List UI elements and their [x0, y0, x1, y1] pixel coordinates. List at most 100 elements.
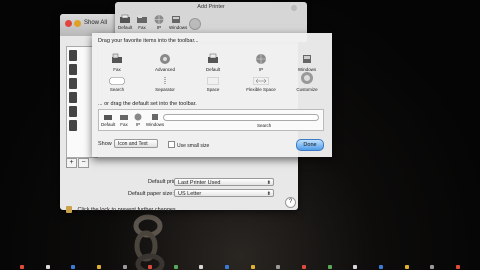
printer-list-item[interactable] — [69, 64, 77, 75]
toolbar-ip[interactable]: IP — [152, 14, 166, 30]
dock-app-icon[interactable] — [20, 264, 24, 269]
toolbar-customize[interactable] — [189, 18, 201, 30]
separator-icon — [164, 77, 166, 85]
palette-item-default[interactable]: Default — [196, 53, 230, 72]
palette-item-label: Search — [109, 87, 125, 92]
dock-app-icon[interactable] — [199, 264, 204, 269]
toolbar-default[interactable]: Default — [118, 14, 132, 30]
toolbar-fax[interactable]: Fax — [135, 14, 149, 30]
printer-list-item[interactable] — [69, 120, 77, 131]
palette-item-label: Customize — [296, 87, 318, 92]
paper-size-label: Default paper size: — [128, 191, 174, 197]
dock-app-icon[interactable] — [225, 264, 230, 269]
toolbar-windows-label: Windows — [169, 25, 188, 30]
dock-app-icon[interactable] — [71, 264, 76, 269]
globe-icon — [154, 15, 164, 24]
default-set-ip: IP — [131, 113, 145, 127]
toolbar-fax-label: Fax — [138, 25, 146, 30]
palette-item-label: Fax — [113, 67, 121, 72]
use-small-size-label: Use small size — [177, 143, 210, 149]
printer-icon — [208, 53, 218, 63]
gear-icon — [160, 54, 170, 64]
toolbar-windows[interactable]: Windows — [169, 14, 187, 30]
dock-app-icon[interactable] — [455, 264, 460, 269]
printer-icon — [104, 115, 112, 120]
show-mode-value: Icon and Text — [118, 141, 148, 147]
palette-item-ip[interactable]: IP — [244, 53, 278, 72]
printer-list-item[interactable] — [69, 78, 77, 89]
list-buttons: + − — [66, 158, 90, 168]
dock-app-icon[interactable] — [250, 264, 255, 269]
palette-item-advanced[interactable]: Advanced — [148, 53, 182, 72]
popup-arrows-icon: ⬍ — [266, 191, 271, 197]
dock-app-icon[interactable] — [45, 264, 50, 269]
dock-app-icon[interactable] — [96, 264, 101, 269]
search-field-icon — [109, 77, 125, 85]
default-printer-popup[interactable]: Last Printer Used ⬍ — [174, 178, 274, 186]
show-mode-popup[interactable]: Icon and Text — [114, 139, 158, 148]
customize-toolbar-sheet: Drag your favorite items into the toolba… — [92, 33, 332, 157]
dock-app-icon[interactable] — [122, 264, 127, 269]
dock-app-icon[interactable] — [378, 264, 383, 269]
palette-item-label: Flexible Space — [246, 87, 276, 92]
show-label: Show — [98, 141, 112, 147]
show-all-button[interactable]: Show All — [84, 20, 107, 26]
default-set-default: Default — [101, 113, 115, 127]
default-set-label: IP — [135, 122, 141, 127]
use-small-size-checkbox[interactable]: Use small size — [168, 141, 209, 149]
fax-icon — [137, 15, 147, 23]
close-button[interactable] — [65, 20, 72, 27]
minimize-button[interactable] — [74, 20, 81, 27]
help-button[interactable]: ? — [285, 197, 296, 208]
dock-app-icon[interactable] — [276, 264, 281, 269]
palette-item-flexible-space[interactable]: Flexible Space — [244, 77, 278, 92]
dock-app-icon[interactable] — [302, 264, 307, 269]
toolbar-default-label: Default — [118, 25, 133, 30]
remove-printer-button[interactable]: − — [78, 158, 89, 168]
printer-icon — [120, 14, 130, 23]
drag-items-instruction: Drag your favorite items into the toolba… — [98, 38, 199, 44]
dock-app-icon[interactable] — [148, 264, 153, 269]
lock-icon[interactable] — [66, 206, 72, 213]
palette-item-search[interactable]: Search — [100, 77, 134, 92]
paper-size-popup[interactable]: US Letter ⬍ — [174, 189, 274, 197]
default-toolbar-set[interactable]: Default Fax IP Windows Search — [98, 109, 324, 131]
palette-item-windows[interactable]: Windows — [290, 53, 324, 72]
default-set-label: Default — [101, 122, 116, 127]
palette-item-label: Separator — [155, 87, 175, 92]
add-printer-title: Add Printer — [197, 4, 225, 10]
default-set-fax: Fax — [117, 113, 131, 127]
windows-icon — [303, 55, 311, 63]
done-button[interactable]: Done — [296, 139, 324, 151]
printer-list-item[interactable] — [69, 106, 77, 117]
dock-app-icon[interactable] — [353, 264, 358, 269]
palette-item-label: Space — [206, 87, 220, 92]
lock-row: Click the lock to prevent further change… — [66, 206, 177, 213]
dock-app-icon[interactable] — [404, 264, 409, 269]
windows-icon — [172, 16, 180, 23]
globe-icon — [256, 54, 266, 64]
add-printer-button[interactable]: + — [66, 158, 77, 168]
chain-wallpaper-graphic — [133, 214, 165, 270]
default-set-search-field — [163, 114, 319, 121]
dock-app-icon[interactable] — [430, 264, 435, 269]
dock-app-icon[interactable] — [173, 264, 178, 269]
fax-icon — [120, 115, 128, 120]
palette-item-space[interactable]: Space — [196, 77, 230, 92]
default-printer-value: Last Printer Used — [178, 180, 221, 186]
palette-item-customize[interactable]: Customize — [290, 71, 324, 92]
lock-text: Click the lock to prevent further change… — [77, 206, 178, 213]
printer-list-item[interactable] — [69, 50, 77, 61]
dock-app-icon[interactable] — [327, 264, 332, 269]
flexible-space-icon — [253, 77, 269, 85]
palette-item-fax[interactable]: Fax — [100, 53, 134, 72]
palette-item-separator[interactable]: Separator — [148, 77, 182, 92]
toolbar-items-palette: Fax Advanced Default IP Windows Search S… — [98, 47, 326, 97]
palette-item-label: IP — [258, 67, 264, 72]
default-set-label: Fax — [120, 122, 128, 127]
toolbar-ip-label: IP — [156, 25, 162, 30]
default-set-label: Windows — [145, 122, 165, 127]
checkbox-box[interactable] — [168, 141, 175, 148]
popup-arrows-icon: ⬍ — [266, 180, 271, 186]
printer-list-item[interactable] — [69, 92, 77, 103]
